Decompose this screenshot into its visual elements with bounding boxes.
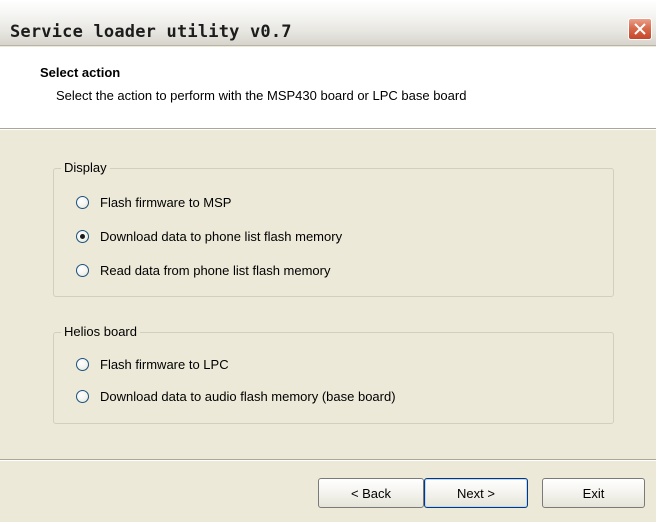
header-title: Select action <box>40 65 121 80</box>
close-button[interactable] <box>628 18 652 40</box>
radio-label[interactable]: Read data from phone list flash memory <box>100 263 331 278</box>
radio-read-phone-list[interactable]: Read data from phone list flash memory <box>76 261 331 279</box>
helios-board-group-label: Helios board <box>61 324 140 340</box>
radio-label[interactable]: Flash firmware to LPC <box>100 357 229 372</box>
display-group: Display Flash firmware to MSP Download d… <box>53 160 614 297</box>
radio-flash-firmware-msp[interactable]: Flash firmware to MSP <box>76 193 231 211</box>
footer-divider-highlight <box>0 460 656 461</box>
helios-board-group: Helios board Flash firmware to LPC Downl… <box>53 324 614 424</box>
header-divider <box>0 129 656 130</box>
radio-label[interactable]: Flash firmware to MSP <box>100 195 231 210</box>
radio-button[interactable] <box>76 195 89 209</box>
radio-button[interactable] <box>76 357 89 371</box>
radio-button[interactable] <box>76 263 89 277</box>
radio-label[interactable]: Download data to phone list flash memory <box>100 229 342 244</box>
wizard-header: Select action Select the action to perfo… <box>0 47 656 129</box>
back-button[interactable]: < Back <box>318 478 424 508</box>
exit-button[interactable]: Exit <box>542 478 645 508</box>
close-icon <box>634 23 646 35</box>
next-button[interactable]: Next > <box>424 478 528 508</box>
radio-button[interactable] <box>76 389 89 403</box>
display-group-label: Display <box>61 160 110 176</box>
radio-download-phone-list[interactable]: Download data to phone list flash memory <box>76 227 342 245</box>
header-subtitle: Select the action to perform with the MS… <box>56 88 467 103</box>
window-title: Service loader utility v0.7 <box>10 22 292 42</box>
radio-button-selected[interactable] <box>76 229 89 243</box>
radio-label[interactable]: Download data to audio flash memory (bas… <box>100 389 396 404</box>
radio-download-audio-flash[interactable]: Download data to audio flash memory (bas… <box>76 387 396 405</box>
radio-flash-firmware-lpc[interactable]: Flash firmware to LPC <box>76 355 229 373</box>
dialog-window: Service loader utility v0.7 Select actio… <box>0 0 656 522</box>
title-bar[interactable]: Service loader utility v0.7 <box>0 0 656 46</box>
